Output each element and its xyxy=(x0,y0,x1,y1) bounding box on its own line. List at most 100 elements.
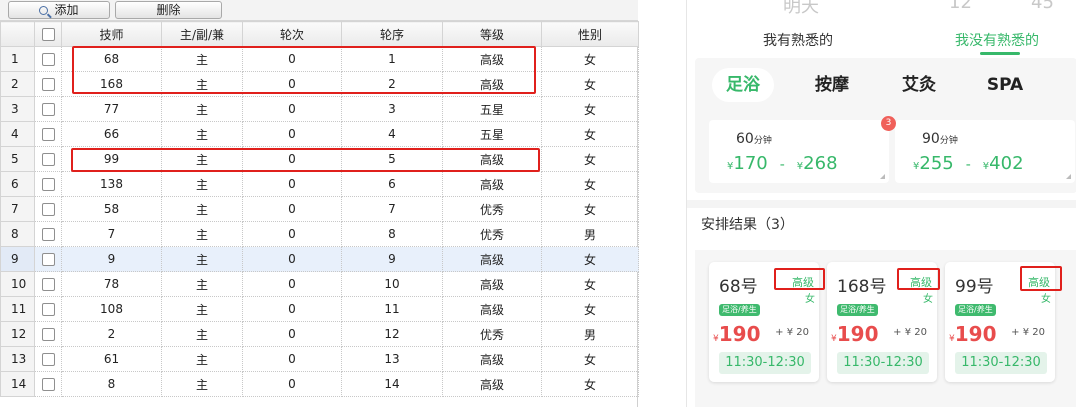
cell-round: 0 xyxy=(242,371,342,397)
tab-have-familiar[interactable]: 我有熟悉的 xyxy=(763,30,833,50)
row-checkbox[interactable] xyxy=(41,328,55,341)
row-checkbox-cell[interactable] xyxy=(34,96,62,122)
row-checkbox[interactable] xyxy=(41,103,55,116)
result-card[interactable]: 68号 高级 女 足浴/养生 ¥190 + ¥ 20 11:30-12:30 xyxy=(709,262,819,382)
cell-level: 高级 xyxy=(442,146,542,172)
row-checkbox-cell[interactable] xyxy=(34,196,62,222)
table-row[interactable]: 13 61 主 0 13 高级女 xyxy=(0,346,639,372)
row-checkbox-cell[interactable] xyxy=(34,346,62,372)
cell-tech: 7 xyxy=(61,221,162,247)
row-checkbox-cell[interactable] xyxy=(34,46,62,72)
row-checkbox-cell[interactable] xyxy=(34,146,62,172)
row-checkbox-cell[interactable] xyxy=(34,171,62,197)
cell-round: 0 xyxy=(242,271,342,297)
cell-round: 0 xyxy=(242,221,342,247)
service-tab-moxibustion[interactable]: 艾灸 xyxy=(889,68,949,102)
select-all-checkbox[interactable] xyxy=(41,28,55,41)
service-tab-spa[interactable]: SPA xyxy=(975,68,1035,102)
table-row[interactable]: 10 78 主 0 10 高级女 xyxy=(0,271,639,297)
row-checkbox-cell[interactable] xyxy=(34,371,62,397)
cell-order: 11 xyxy=(341,296,443,322)
cell-gender: 女 xyxy=(541,346,639,372)
service-tab-foot-bath[interactable]: 足浴 xyxy=(712,68,774,102)
cell-gender: 女 xyxy=(541,196,639,222)
row-checkbox-cell[interactable] xyxy=(34,271,62,297)
row-checkbox[interactable] xyxy=(41,278,55,291)
corner-triangle-icon xyxy=(1066,174,1071,179)
row-checkbox[interactable] xyxy=(41,378,55,391)
add-button[interactable]: 添加 xyxy=(8,1,110,19)
cell-tech: 168 xyxy=(61,71,162,97)
cell-role: 主 xyxy=(161,371,243,397)
column-header-level[interactable]: 等级 xyxy=(442,21,542,47)
price-option-60min[interactable]: 60分钟 ¥170- ¥268 xyxy=(709,120,889,183)
table-row[interactable]: 11 108 主 0 11 高级女 xyxy=(0,296,639,322)
tech-price: ¥190 xyxy=(949,322,997,346)
row-checkbox[interactable] xyxy=(41,253,55,266)
cell-round: 0 xyxy=(242,96,342,122)
column-header-gender[interactable]: 性别 xyxy=(541,21,639,47)
select-all-header[interactable] xyxy=(34,21,62,47)
cell-role: 主 xyxy=(161,46,243,72)
price-range: ¥255- ¥402 xyxy=(913,153,1024,174)
cell-gender: 女 xyxy=(541,121,639,147)
row-checkbox-cell[interactable] xyxy=(34,321,62,347)
duration: 90分钟 xyxy=(922,131,958,147)
row-checkbox[interactable] xyxy=(41,53,55,66)
cell-gender: 女 xyxy=(541,96,639,122)
tech-price: ¥190 xyxy=(831,322,879,346)
cell-level: 优秀 xyxy=(442,321,542,347)
row-number: 14 xyxy=(0,371,35,397)
table-row[interactable]: 3 77 主 0 3 五星女 xyxy=(0,96,639,122)
column-header-role[interactable]: 主/副/兼 xyxy=(161,21,243,47)
row-checkbox[interactable] xyxy=(41,128,55,141)
cell-level: 五星 xyxy=(442,96,542,122)
cell-tech: 58 xyxy=(61,196,162,222)
column-header-order[interactable]: 轮序 xyxy=(341,21,443,47)
technician-table: 技师 主/副/兼 轮次 轮序 等级 性别 1 68 主 0 1 高级女 2 168 主 0 2 高级… xyxy=(0,21,639,397)
result-card[interactable]: 99号 高级 女 足浴/养生 ¥190 + ¥ 20 11:30-12:30 xyxy=(945,262,1055,382)
row-checkbox[interactable] xyxy=(41,203,55,216)
tab-no-familiar[interactable]: 我没有熟悉的 xyxy=(955,30,1039,50)
table-row[interactable]: 2 168 主 0 2 高级女 xyxy=(0,71,639,97)
row-checkbox[interactable] xyxy=(41,78,55,91)
result-card[interactable]: 168号 高级 女 足浴/养生 ¥190 + ¥ 20 11:30-12:30 xyxy=(827,262,937,382)
delete-button[interactable]: 删除 xyxy=(115,1,222,19)
cell-role: 主 xyxy=(161,321,243,347)
table-row[interactable]: 8 7 主 0 8 优秀男 xyxy=(0,221,639,247)
results-list: 68号 高级 女 足浴/养生 ¥190 + ¥ 20 11:30-12:30 1… xyxy=(695,250,1076,407)
row-checkbox-cell[interactable] xyxy=(34,246,62,272)
cell-round: 0 xyxy=(242,71,342,97)
cell-order: 6 xyxy=(341,171,443,197)
row-checkbox-cell[interactable] xyxy=(34,221,62,247)
time-slot: 11:30-12:30 xyxy=(955,352,1047,374)
row-checkbox-cell[interactable] xyxy=(34,121,62,147)
service-tab-massage[interactable]: 按摩 xyxy=(802,68,862,102)
row-checkbox[interactable] xyxy=(41,178,55,191)
table-row[interactable]: 7 58 主 0 7 优秀女 xyxy=(0,196,639,222)
price-option-90min[interactable]: 90分钟 ¥255- ¥402 xyxy=(895,120,1075,183)
cell-role: 主 xyxy=(161,296,243,322)
cell-level: 高级 xyxy=(442,371,542,397)
cell-tech: 68 xyxy=(61,46,162,72)
row-checkbox[interactable] xyxy=(41,153,55,166)
table-row[interactable]: 1 68 主 0 1 高级女 xyxy=(0,46,639,72)
row-checkbox[interactable] xyxy=(41,303,55,316)
table-row[interactable]: 12 2 主 0 12 优秀男 xyxy=(0,321,639,347)
table-row[interactable]: 5 99 主 0 5 高级女 xyxy=(0,146,639,172)
table-row-selected[interactable]: 9 9 主 0 9 高级女 xyxy=(0,246,639,272)
cell-tech: 77 xyxy=(61,96,162,122)
row-checkbox[interactable] xyxy=(41,228,55,241)
table-row[interactable]: 4 66 主 0 4 五星女 xyxy=(0,121,639,147)
row-checkbox[interactable] xyxy=(41,353,55,366)
row-checkbox-cell[interactable] xyxy=(34,71,62,97)
cell-gender: 女 xyxy=(541,296,639,322)
table-row[interactable]: 14 8 主 0 14 高级女 xyxy=(0,371,639,397)
table-row[interactable]: 6 138 主 0 6 高级女 xyxy=(0,171,639,197)
delete-button-label: 删除 xyxy=(156,3,181,17)
column-header-round[interactable]: 轮次 xyxy=(242,21,342,47)
column-header-tech[interactable]: 技师 xyxy=(61,21,162,47)
row-checkbox-cell[interactable] xyxy=(34,296,62,322)
cell-role: 主 xyxy=(161,146,243,172)
cell-order: 7 xyxy=(341,196,443,222)
